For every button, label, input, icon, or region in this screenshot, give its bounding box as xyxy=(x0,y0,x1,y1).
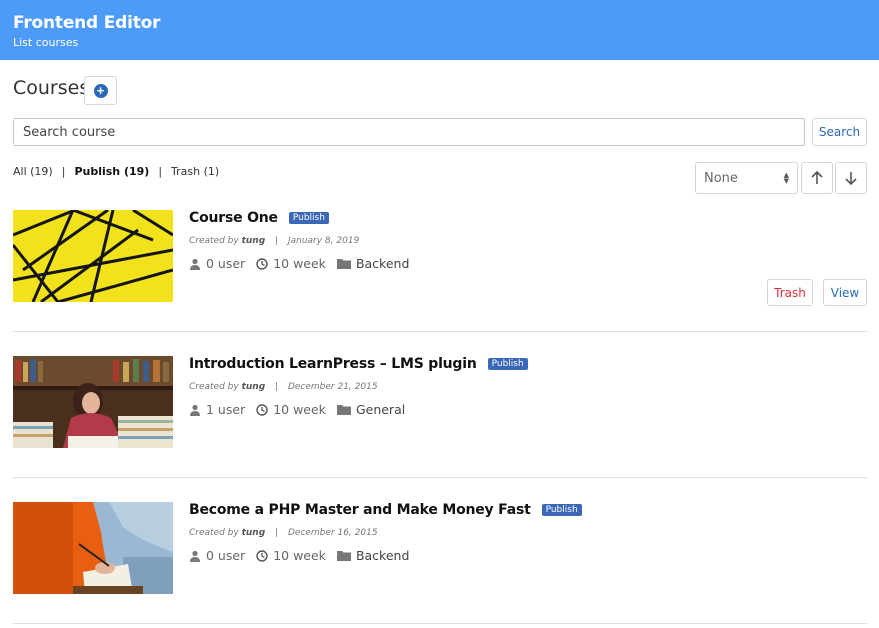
arrow-down-icon xyxy=(845,172,857,185)
course-author: tung xyxy=(241,528,266,538)
meta-separator: | xyxy=(275,382,279,392)
view-button[interactable]: View xyxy=(823,279,867,306)
course-category[interactable]: General xyxy=(356,402,405,417)
divider xyxy=(13,623,867,624)
clock-icon xyxy=(256,403,268,416)
course-stats: 0 user 10 week Backend xyxy=(189,256,420,271)
course-thumbnail[interactable] xyxy=(13,356,173,448)
page-title: Courses xyxy=(13,77,90,99)
course-author: tung xyxy=(241,382,266,392)
course-users: 0 user xyxy=(206,256,246,271)
course-title-text[interactable]: Become a PHP Master and Make Money Fast xyxy=(189,502,531,518)
folder-icon xyxy=(336,259,351,269)
search-input[interactable] xyxy=(13,118,805,146)
search-button[interactable]: Search xyxy=(812,118,867,146)
course-item: Introduction LearnPress – LMS plugin Pub… xyxy=(13,356,867,456)
course-author: tung xyxy=(241,236,266,246)
created-by-label: Created by xyxy=(189,236,239,246)
course-stats: 0 user 10 week Backend xyxy=(189,548,420,563)
user-icon xyxy=(190,404,200,416)
filter-publish[interactable]: Publish (19) xyxy=(74,165,149,178)
user-icon xyxy=(190,550,200,562)
select-arrows-icon: ▲ ▼ xyxy=(783,171,789,185)
status-badge: Publish xyxy=(288,212,329,224)
course-duration: 10 week xyxy=(273,548,326,563)
course-users: 1 user xyxy=(206,402,246,417)
filter-separator: | xyxy=(158,165,163,178)
folder-icon xyxy=(336,405,351,415)
meta-separator: | xyxy=(275,236,279,246)
created-by-label: Created by xyxy=(189,528,239,538)
user-icon xyxy=(190,258,200,270)
course-meta: Created by tung | December 21, 2015 xyxy=(189,382,378,392)
course-date: January 8, 2019 xyxy=(287,236,360,246)
add-course-button[interactable]: + xyxy=(84,76,117,105)
created-by-label: Created by xyxy=(189,382,239,392)
sort-select[interactable]: None ▲ ▼ xyxy=(695,162,798,194)
trash-button[interactable]: Trash xyxy=(767,279,813,306)
status-badge: Publish xyxy=(487,358,528,370)
course-thumbnail[interactable] xyxy=(13,502,173,594)
course-category[interactable]: Backend xyxy=(356,548,409,563)
course-title-text[interactable]: Introduction LearnPress – LMS plugin xyxy=(189,356,477,372)
course-stats: 1 user 10 week General xyxy=(189,402,416,417)
course-users: 0 user xyxy=(206,548,246,563)
course-title-text[interactable]: Course One xyxy=(189,210,278,226)
course-item: Become a PHP Master and Make Money Fast … xyxy=(13,502,867,602)
clock-icon xyxy=(256,549,268,562)
course-meta: Created by tung | December 16, 2015 xyxy=(189,528,378,538)
course-duration: 10 week xyxy=(273,402,326,417)
filter-separator: | xyxy=(61,165,66,178)
sort-ascending-button[interactable] xyxy=(801,162,833,194)
course-date: December 16, 2015 xyxy=(287,528,378,538)
filter-all[interactable]: All (19) xyxy=(13,165,53,178)
app-subtitle: List courses xyxy=(13,36,79,49)
course-title[interactable]: Become a PHP Master and Make Money Fast … xyxy=(189,502,582,518)
course-date: December 21, 2015 xyxy=(287,382,378,392)
course-title[interactable]: Introduction LearnPress – LMS plugin Pub… xyxy=(189,356,528,372)
status-filters: All (19) | Publish (19) | Trash (1) xyxy=(13,165,219,178)
course-meta: Created by tung | January 8, 2019 xyxy=(189,236,359,246)
filter-trash[interactable]: Trash (1) xyxy=(171,165,219,178)
course-category[interactable]: Backend xyxy=(356,256,409,271)
course-thumbnail[interactable] xyxy=(13,210,173,302)
meta-separator: | xyxy=(275,528,279,538)
app-title: Frontend Editor xyxy=(13,13,161,33)
sort-descending-button[interactable] xyxy=(835,162,867,194)
divider xyxy=(13,477,867,478)
arrow-up-icon xyxy=(811,171,823,184)
sort-select-value: None xyxy=(704,170,738,186)
course-title[interactable]: Course One Publish xyxy=(189,210,329,226)
divider xyxy=(13,331,867,332)
folder-icon xyxy=(336,551,351,561)
clock-icon xyxy=(256,257,268,270)
app-header: Frontend Editor List courses xyxy=(0,0,879,60)
course-item: Course One Publish Created by tung | Jan… xyxy=(13,210,867,310)
status-badge: Publish xyxy=(541,504,582,516)
plus-circle-icon: + xyxy=(93,83,108,98)
course-duration: 10 week xyxy=(273,256,326,271)
